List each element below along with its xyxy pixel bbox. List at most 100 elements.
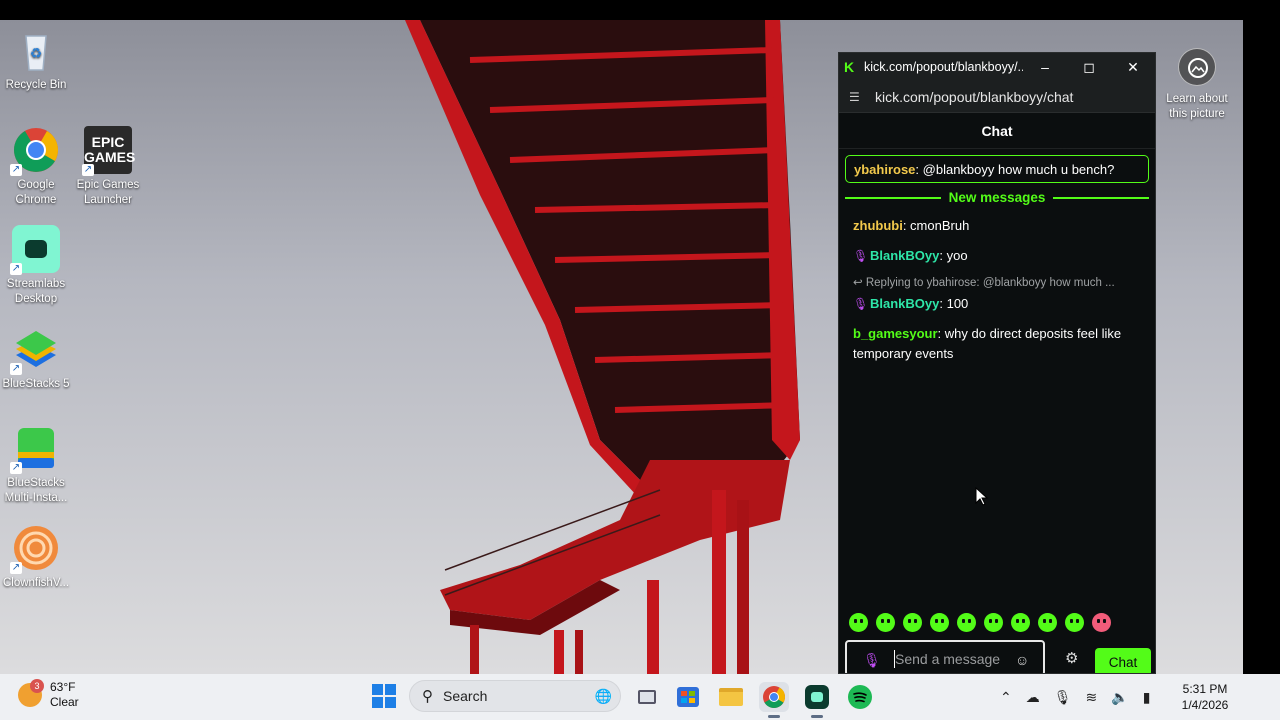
taskbar-search[interactable]: ⚲ Search 🌐 <box>409 680 621 712</box>
chat-text: : 100 <box>939 295 969 311</box>
chat-username[interactable]: zhububi <box>853 218 903 233</box>
weather-moon-icon: 3 <box>18 679 44 707</box>
desktop-icon-label: Recycle Bin <box>5 79 67 91</box>
emote-icon[interactable] <box>1065 613 1084 632</box>
chat-settings-icon[interactable]: ⚙ <box>1065 649 1078 667</box>
shortcut-arrow-icon: ↗ <box>10 363 22 375</box>
weather-badge: 3 <box>30 679 44 693</box>
desktop-icon-google-chrome[interactable]: ↗ Google Chrome <box>0 126 72 208</box>
send-chat-button[interactable]: Chat <box>1095 648 1151 673</box>
svg-text:♻: ♻ <box>30 45 43 61</box>
streamlabs-icon: ↗ <box>10 225 60 275</box>
new-messages-divider: New messages <box>845 190 1149 205</box>
microphone-icon[interactable]: 🎙 <box>1054 689 1072 706</box>
emote-icon[interactable] <box>876 613 895 632</box>
address-url: kick.com/popout/blankboyy/chat <box>875 88 1074 105</box>
chat-text: : yoo <box>939 247 968 263</box>
pinned-text: : @blankboyy how much u bench? <box>915 162 1115 177</box>
desktop-icon-clownfish[interactable]: ↗ ClownfishV... <box>0 524 72 591</box>
show-hidden-icons-chevron-icon[interactable]: ⌃ <box>1000 689 1012 706</box>
desktop-icon-streamlabs[interactable]: ↗ Streamlabs Desktop <box>0 225 72 307</box>
reply-context[interactable]: ↩ Replying to ybahirose: @blankboyy how … <box>853 274 1141 294</box>
start-button[interactable] <box>372 684 396 708</box>
desktop-icon-label: Epic Games Launcher <box>76 179 140 206</box>
chrome-icon: ↗ <box>10 126 60 176</box>
emote-icon[interactable] <box>1038 613 1057 632</box>
chat-popout-window: K kick.com/popout/blankboyy/... – ◻ ✕ ☰ … <box>838 52 1156 674</box>
learn-about-label: Learn about this picture <box>1166 93 1228 120</box>
emote-icon[interactable] <box>984 613 1003 632</box>
chat-message: zhububi: cmonBruh <box>839 216 1155 236</box>
pinned-message[interactable]: ybahirose: @blankboyy how much u bench? <box>845 155 1149 183</box>
search-label: Search <box>443 688 488 704</box>
epic-logo-text: EPIC GAMES <box>84 134 136 165</box>
clownfish-icon: ↗ <box>10 524 60 574</box>
chat-username[interactable]: b_gamesyour <box>853 326 938 341</box>
onedrive-cloud-icon[interactable]: ☁ <box>1026 689 1040 706</box>
pinned-username[interactable]: ybahirose <box>854 162 915 177</box>
weather-widget[interactable]: 3 63°F Clear <box>18 679 79 710</box>
battery-icon[interactable]: ▮ <box>1143 689 1151 706</box>
broadcaster-mic-icon: 🎙 <box>853 248 869 263</box>
bluestacks-multi-icon: ↗ <box>10 424 60 474</box>
chat-message-input[interactable] <box>895 651 1015 667</box>
streamlabs-taskbar-icon[interactable] <box>802 682 832 718</box>
bluestacks-icon: ↗ <box>10 325 60 375</box>
shortcut-arrow-icon: ↗ <box>10 562 22 574</box>
emote-icon[interactable] <box>1011 613 1030 632</box>
screen: ♻ Recycle Bin ↗ Google Chrome EPIC GAMES <box>0 0 1280 720</box>
microsoft-store-icon[interactable] <box>673 682 703 712</box>
shortcut-arrow-icon: ↗ <box>10 164 22 176</box>
volume-icon[interactable]: 🔈 <box>1111 689 1128 706</box>
shortcut-arrow-icon: ↗ <box>10 263 22 275</box>
close-button[interactable]: ✕ <box>1111 53 1155 81</box>
reply-text: Replying to ybahirose: @blankboyy how mu… <box>865 277 1115 289</box>
chat-username[interactable]: BlankBOyy <box>870 296 939 311</box>
emote-bar <box>849 613 1111 632</box>
minimize-button[interactable]: – <box>1023 53 1067 81</box>
chat-header: Chat <box>839 113 1155 149</box>
chrome-taskbar-icon[interactable] <box>759 682 789 718</box>
wifi-icon[interactable]: ≋ <box>1086 689 1098 706</box>
epic-games-icon: EPIC GAMES ↗ <box>82 126 136 176</box>
clock-time: 5:31 PM <box>1182 682 1228 696</box>
emote-icon[interactable] <box>903 613 922 632</box>
desktop-icon-bluestacks-5[interactable]: ↗ BlueStacks 5 <box>0 325 72 392</box>
system-tray: ⌃ ☁ 🎙 ≋ 🔈 ▮ <box>1000 674 1150 720</box>
learn-about-picture[interactable]: Learn about this picture <box>1162 48 1232 122</box>
desktop-icon-bluestacks-multi[interactable]: ↗ BlueStacks Multi-Insta... <box>0 424 72 506</box>
site-settings-icon[interactable]: ☰ <box>849 90 863 104</box>
reply-arrow-icon: ↩ <box>853 277 866 289</box>
weather-condition: Clear <box>50 695 79 709</box>
desktop-icon-label: Google Chrome <box>15 179 57 206</box>
taskbar-clock[interactable]: 5:31 PM 1/4/2026 <box>1170 681 1240 713</box>
emoji-picker-icon[interactable]: ☺ <box>1015 652 1029 668</box>
file-explorer-icon[interactable] <box>716 682 746 712</box>
window-title: kick.com/popout/blankboyy/... <box>864 60 1023 74</box>
desktop-icon-label: ClownfishV... <box>2 577 70 589</box>
search-icon: ⚲ <box>422 688 433 705</box>
chat-username[interactable]: BlankBOyy <box>870 248 939 263</box>
desktop-icon-recycle-bin[interactable]: ♻ Recycle Bin <box>0 26 72 93</box>
emote-icon[interactable] <box>1092 613 1111 632</box>
chat-message: 🎙 BlankBOyy: yoo <box>839 246 1155 267</box>
desktop-icon-epic-games[interactable]: EPIC GAMES ↗ Epic Games Launcher <box>72 126 144 208</box>
mouse-cursor-icon <box>975 487 989 506</box>
task-view-icon[interactable] <box>632 682 662 712</box>
taskbar: 3 63°F Clear ⚲ Search 🌐 ⌃ ☁ 🎙 ≋ 🔈 ▮ 5:31… <box>0 674 1280 720</box>
chat-message: b_gamesyour: why do direct deposits feel… <box>839 324 1155 363</box>
maximize-button[interactable]: ◻ <box>1067 53 1111 81</box>
window-titlebar: K kick.com/popout/blankboyy/... – ◻ ✕ <box>839 53 1155 81</box>
spotify-icon[interactable] <box>845 682 875 712</box>
emote-icon[interactable] <box>849 613 868 632</box>
kick-logo-icon: K <box>844 59 855 75</box>
desktop-icon-label: Streamlabs Desktop <box>6 278 66 305</box>
shortcut-arrow-icon: ↗ <box>10 462 22 474</box>
chat-input-row: 🎙 ☺ ⚙ Chat <box>845 640 1151 673</box>
emote-icon[interactable] <box>930 613 949 632</box>
desktop-icon-label: BlueStacks Multi-Insta... <box>4 477 68 504</box>
voice-mic-icon[interactable]: 🎙 <box>863 652 881 669</box>
emote-icon[interactable] <box>957 613 976 632</box>
address-bar[interactable]: ☰ kick.com/popout/blankboyy/chat <box>839 81 1155 113</box>
chat-input-box[interactable]: 🎙 ☺ <box>845 640 1045 673</box>
